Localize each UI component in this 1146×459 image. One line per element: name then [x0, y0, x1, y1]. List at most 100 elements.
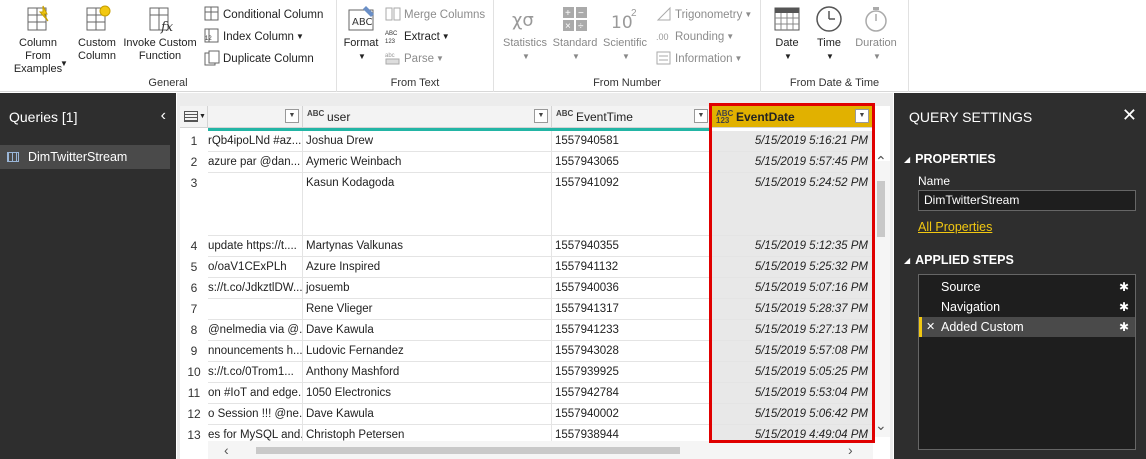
table-cell-user[interactable]: Rene Vlieger: [303, 299, 552, 320]
conditional-column-button[interactable]: Conditional Column: [204, 5, 323, 25]
table-cell-time[interactable]: 1557941233: [552, 320, 712, 341]
all-properties-link[interactable]: All Properties: [918, 220, 992, 234]
table-cell-user[interactable]: Aymeric Weinbach: [303, 152, 552, 173]
table-cell-text[interactable]: on #IoT and edge...: [208, 383, 303, 404]
row-number[interactable]: 12: [180, 404, 208, 425]
table-cell-date[interactable]: 5/15/2019 5:06:42 PM: [712, 404, 873, 425]
table-cell-date[interactable]: 5/15/2019 5:07:16 PM: [712, 278, 873, 299]
row-number[interactable]: 4: [180, 236, 208, 257]
table-cell-text[interactable]: @nelmedia via @...: [208, 320, 303, 341]
table-cell-user[interactable]: Kasun Kodagoda: [303, 173, 552, 236]
table-cell-user[interactable]: Anthony Mashford: [303, 362, 552, 383]
row-number[interactable]: 5: [180, 257, 208, 278]
table-cell-time[interactable]: 1557940581: [552, 131, 712, 152]
table-cell-text[interactable]: o Session !!! @ne...: [208, 404, 303, 425]
table-cell-time[interactable]: 1557943028: [552, 341, 712, 362]
table-cell-text[interactable]: s://t.co/JdkztlDW...: [208, 278, 303, 299]
table-cell-time[interactable]: 1557941317: [552, 299, 712, 320]
column-from-examples-button[interactable]: Column From Examples ▼: [2, 4, 74, 76]
applied-steps-section[interactable]: ◢ APPLIED STEPS: [904, 253, 1014, 267]
gear-icon[interactable]: ✱: [1119, 277, 1129, 297]
table-cell-user[interactable]: Dave Kawula: [303, 404, 552, 425]
table-cell-time[interactable]: 1557940036: [552, 278, 712, 299]
scroll-left-icon[interactable]: ‹: [224, 441, 229, 459]
gear-icon[interactable]: ✱: [1119, 317, 1129, 337]
table-cell-text[interactable]: o/oaV1CExPLh: [208, 257, 303, 278]
table-cell-user[interactable]: 1050 Electronics: [303, 383, 552, 404]
column-header-user[interactable]: ABC user ▼: [303, 106, 552, 128]
filter-dropdown-icon[interactable]: ▼: [855, 109, 869, 123]
query-name-field[interactable]: DimTwitterStream: [918, 190, 1136, 211]
table-cell-date[interactable]: 5/15/2019 5:05:25 PM: [712, 362, 873, 383]
scientific-button[interactable]: 10 2 Scientific ▼: [600, 4, 650, 63]
table-cell-date[interactable]: 5/15/2019 5:53:04 PM: [712, 383, 873, 404]
delete-step-icon[interactable]: ✕: [926, 317, 935, 337]
filter-dropdown-icon[interactable]: ▼: [285, 109, 299, 123]
row-number[interactable]: 7: [180, 299, 208, 320]
gear-icon[interactable]: ✱: [1119, 297, 1129, 317]
table-cell-text[interactable]: s://t.co/0Trom1...: [208, 362, 303, 383]
row-number[interactable]: 13: [180, 425, 208, 446]
collapse-chevron-icon[interactable]: ‹: [161, 107, 166, 125]
table-cell-user[interactable]: Martynas Valkunas: [303, 236, 552, 257]
scroll-up-icon[interactable]: ⌃: [875, 153, 887, 170]
vertical-scrollbar[interactable]: ⌃ ⌄: [873, 153, 890, 437]
table-cell-date[interactable]: 5/15/2019 5:24:52 PM: [712, 173, 873, 236]
vertical-scroll-thumb[interactable]: [877, 181, 885, 237]
custom-column-button[interactable]: Custom Column: [75, 4, 119, 63]
row-number[interactable]: 3: [180, 173, 208, 236]
extract-button[interactable]: ABC 123 Extract ▼: [385, 27, 450, 47]
table-cell-date[interactable]: 5/15/2019 5:25:32 PM: [712, 257, 873, 278]
column-header-text[interactable]: ▼: [208, 106, 303, 128]
table-cell-user[interactable]: Ludovic Fernandez: [303, 341, 552, 362]
table-cell-user[interactable]: Dave Kawula: [303, 320, 552, 341]
step-source[interactable]: Source ✱: [919, 277, 1135, 297]
index-column-button[interactable]: 12 Index Column ▼: [204, 27, 304, 47]
table-cell-date[interactable]: 5/15/2019 5:28:37 PM: [712, 299, 873, 320]
table-cell-time[interactable]: 1557941132: [552, 257, 712, 278]
properties-section[interactable]: ◢ PROPERTIES: [904, 152, 996, 166]
rounding-button[interactable]: .00 Rounding ▼: [656, 27, 734, 47]
query-item[interactable]: DimTwitterStream: [0, 145, 170, 169]
merge-columns-button[interactable]: Merge Columns: [385, 5, 485, 25]
row-number[interactable]: 1: [180, 131, 208, 152]
column-header-eventdate[interactable]: ABC 123 EventDate ▼: [712, 106, 873, 128]
table-cell-text[interactable]: rQb4ipoLNd #az...: [208, 131, 303, 152]
statistics-button[interactable]: χσ Statistics ▼: [500, 4, 550, 63]
table-cell-user[interactable]: Azure Inspired: [303, 257, 552, 278]
table-cell-text[interactable]: azure par @dan...: [208, 152, 303, 173]
row-number[interactable]: 9: [180, 341, 208, 362]
table-cell-date[interactable]: 5/15/2019 5:57:08 PM: [712, 341, 873, 362]
step-added-custom[interactable]: ✕ Added Custom ✱: [919, 317, 1135, 337]
invoke-custom-function-button[interactable]: fx Invoke Custom Function: [120, 4, 200, 63]
row-number[interactable]: 10: [180, 362, 208, 383]
parse-button[interactable]: abc Parse ▼: [385, 49, 444, 69]
date-button[interactable]: Date ▼: [769, 4, 805, 63]
table-cell-date[interactable]: 5/15/2019 5:16:21 PM: [712, 131, 873, 152]
table-cell-date[interactable]: 5/15/2019 5:12:35 PM: [712, 236, 873, 257]
table-cell-time[interactable]: 1557940002: [552, 404, 712, 425]
table-cell-time[interactable]: 1557943065: [552, 152, 712, 173]
table-cell-text[interactable]: [208, 299, 303, 320]
table-cell-time[interactable]: 1557942784: [552, 383, 712, 404]
duplicate-column-button[interactable]: Duplicate Column: [204, 49, 314, 69]
standard-button[interactable]: + − × ÷ Standard ▼: [551, 4, 599, 63]
table-cell-date[interactable]: 5/15/2019 5:27:13 PM: [712, 320, 873, 341]
table-cell-text[interactable]: update https://t....: [208, 236, 303, 257]
table-cell-user[interactable]: Joshua Drew: [303, 131, 552, 152]
filter-dropdown-icon[interactable]: ▼: [534, 109, 548, 123]
step-navigation[interactable]: Navigation ✱: [919, 297, 1135, 317]
horizontal-scroll-thumb[interactable]: [256, 447, 680, 454]
table-cell-text[interactable]: [208, 173, 303, 236]
table-cell-time[interactable]: 1557941092: [552, 173, 712, 236]
information-button[interactable]: Information ▼: [656, 49, 742, 69]
trigonometry-button[interactable]: Trigonometry ▼: [656, 5, 752, 25]
time-button[interactable]: Time ▼: [811, 4, 847, 63]
row-number[interactable]: 8: [180, 320, 208, 341]
table-cell-text[interactable]: nnouncements h...: [208, 341, 303, 362]
row-number[interactable]: 6: [180, 278, 208, 299]
table-cell-time[interactable]: 1557939925: [552, 362, 712, 383]
duration-button[interactable]: Duration ▼: [851, 4, 901, 63]
row-number[interactable]: 2: [180, 152, 208, 173]
table-menu-button[interactable]: ▼: [180, 106, 208, 128]
